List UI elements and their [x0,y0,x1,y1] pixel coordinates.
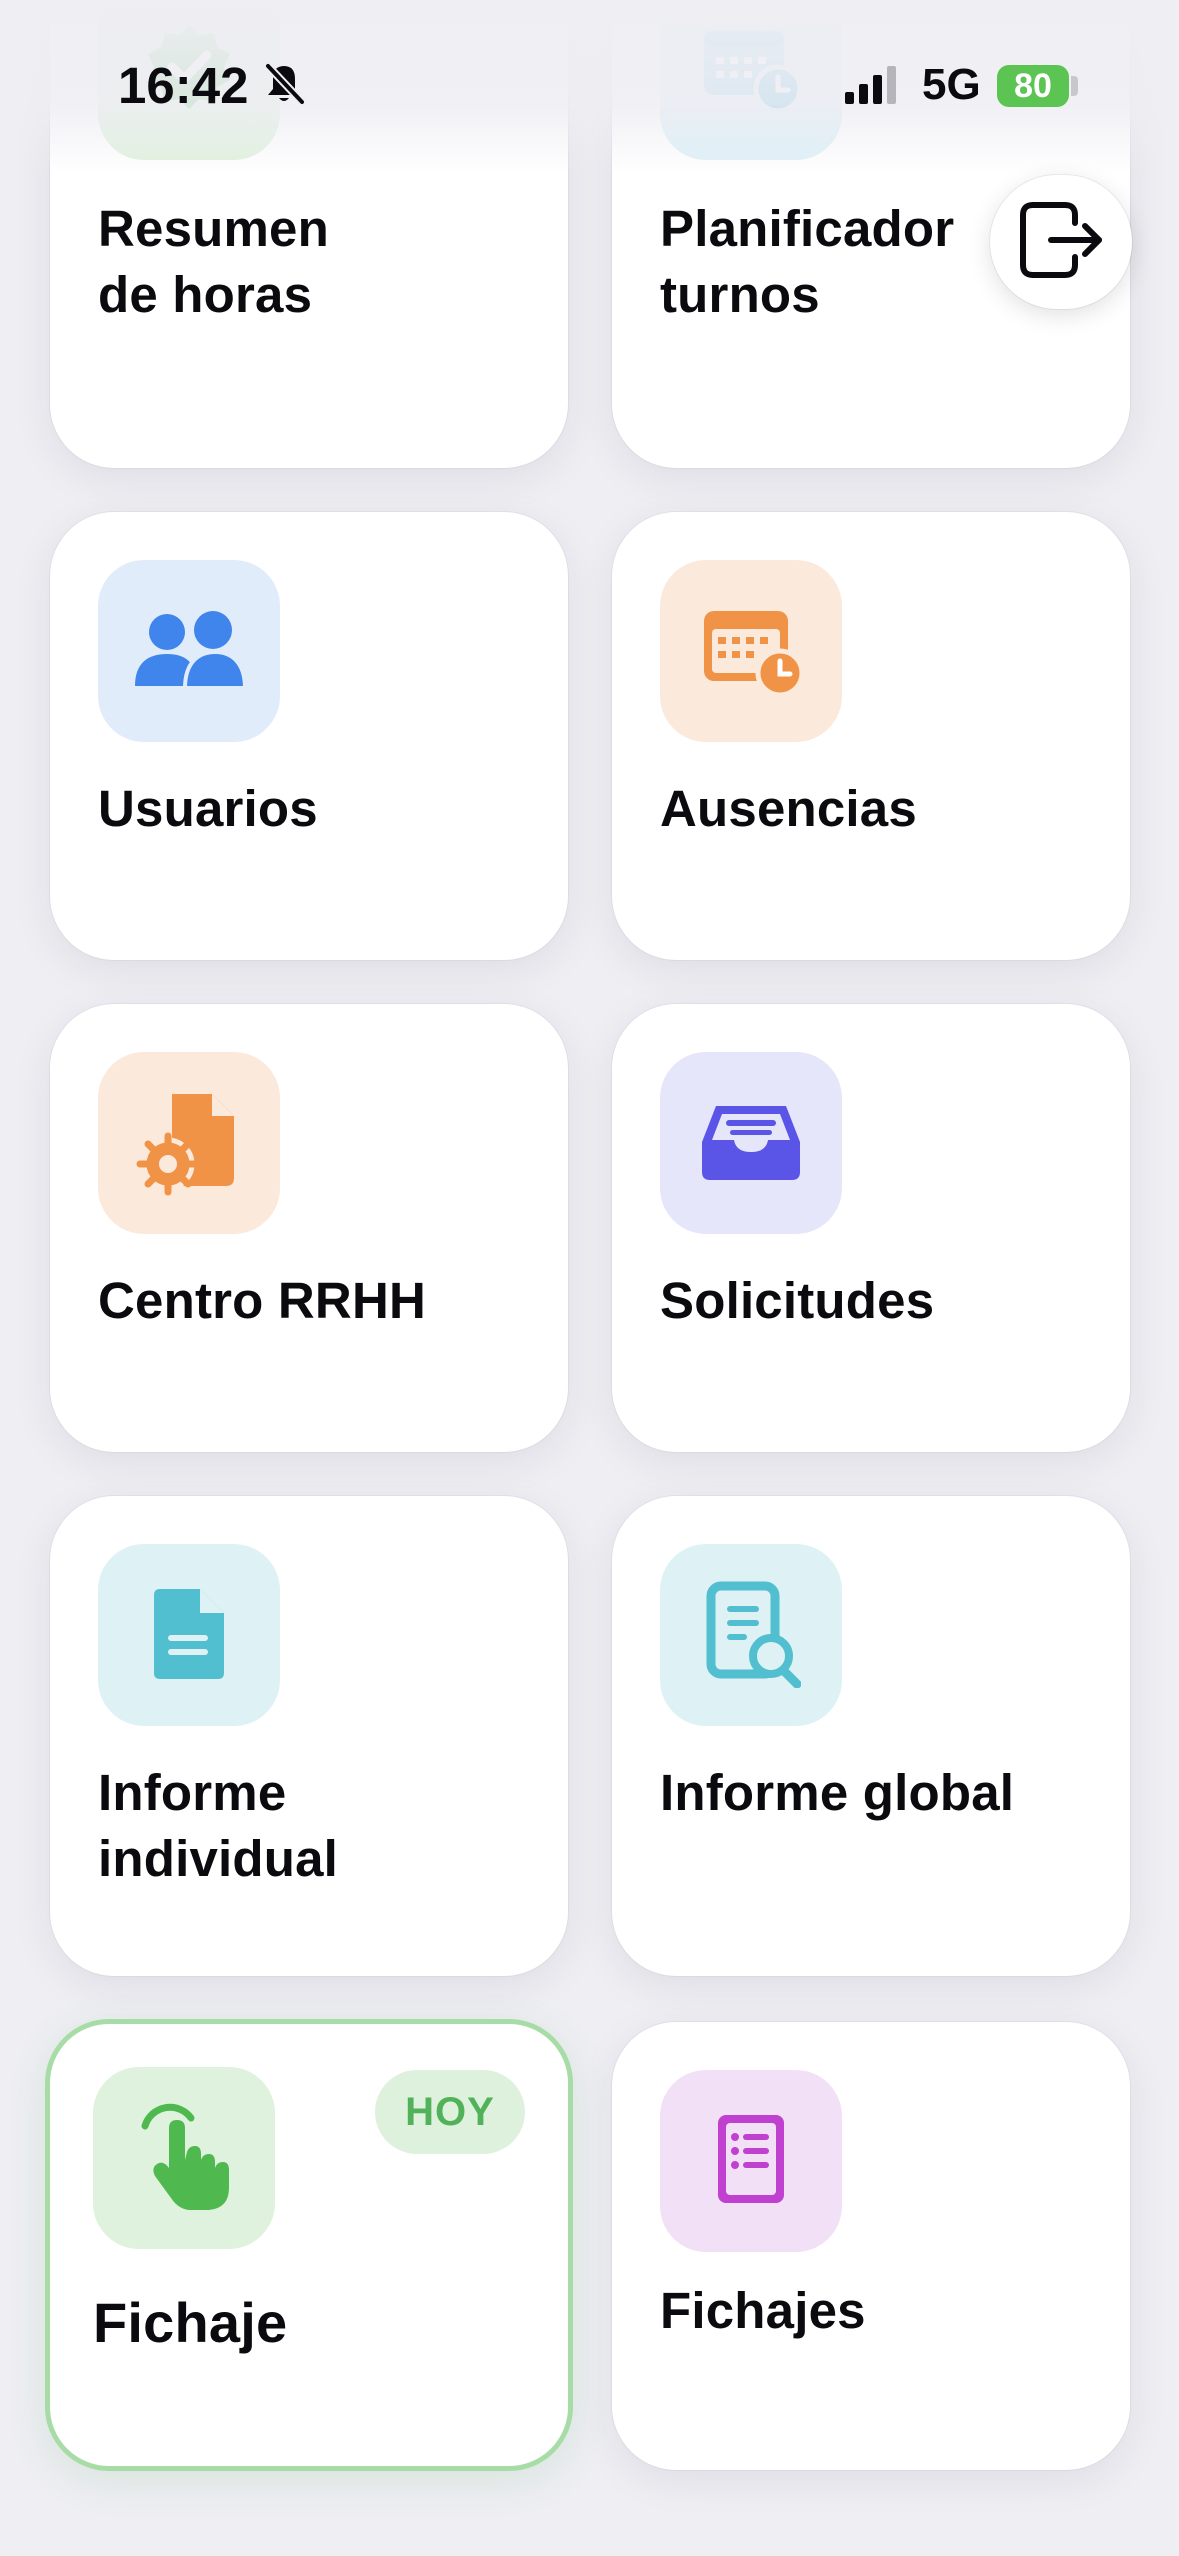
battery-nub [1071,76,1078,96]
card-informe-individual[interactable]: Informe individual [50,1496,568,1976]
document-icon [144,1583,234,1688]
document-gear-icon [134,1086,244,1201]
network-label: 5G [922,60,981,109]
card-label: Ausencias [660,780,917,837]
card-fichaje[interactable]: HOY Fichaje [45,2019,573,2471]
card-label: Centro RRHH [98,1272,427,1329]
tile-usuarios [98,560,280,742]
list-document-icon [706,2109,796,2214]
tile-ausencias [660,560,842,742]
card-label: Fichajes [660,2282,866,2339]
status-time: 16:42 [118,57,249,114]
card-label: Planificador turnos [660,200,955,323]
users-icon [129,604,249,699]
today-badge: HOY [375,2070,525,2154]
tile-fichajes [660,2070,842,2252]
logout-button[interactable] [990,175,1132,309]
menu-grid: Resumen de horas Planificador turnos Usu… [0,0,1179,2556]
tap-hand-icon [129,2096,239,2221]
battery-level: 80 [1014,66,1052,105]
tile-fichaje [93,2067,275,2249]
card-label: Solicitudes [660,1272,935,1329]
card-label: Fichaje [93,2291,288,2354]
card-label: Resumen de horas [98,200,329,323]
card-fichajes[interactable]: Fichajes [612,2022,1130,2470]
card-informe-global[interactable]: Informe global [612,1496,1130,1976]
tile-centro-rrhh [98,1052,280,1234]
card-label: Usuarios [98,780,318,837]
tile-informe-global [660,1544,842,1726]
signal-icon [845,66,905,111]
bell-slash-icon [262,62,306,111]
card-label: Informe global [660,1764,1015,1821]
inbox-tray-icon [696,1096,806,1191]
calendar-clock-icon [696,599,806,704]
card-solicitudes[interactable]: Solicitudes [612,1004,1130,1452]
tile-solicitudes [660,1052,842,1234]
logout-icon [1015,197,1107,288]
card-usuarios[interactable]: Usuarios [50,512,568,960]
status-bar: 16:42 5G 80 [0,0,1179,175]
card-ausencias[interactable]: Ausencias [612,512,1130,960]
card-label: Informe individual [98,1764,339,1887]
battery-charging-icon: 80 [997,65,1069,107]
card-centro-rrhh[interactable]: Centro RRHH [50,1004,568,1452]
tile-informe-individual [98,1544,280,1726]
document-search-icon [701,1578,802,1693]
